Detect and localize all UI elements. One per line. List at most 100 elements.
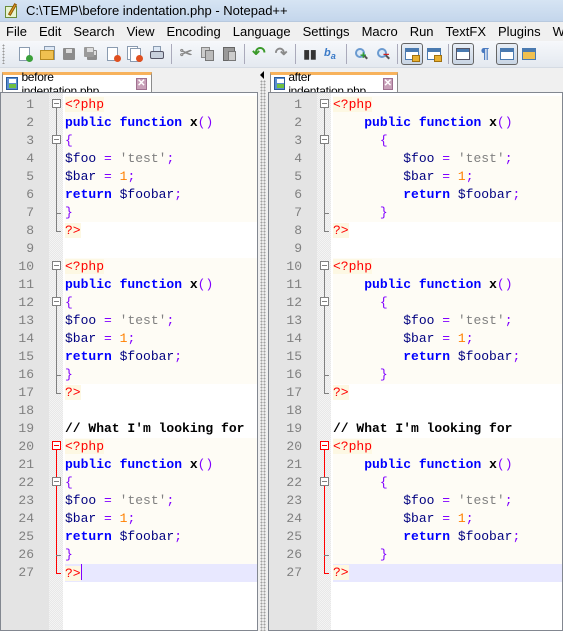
- fold-collapse-icon[interactable]: [52, 441, 61, 450]
- code-text[interactable]: return $foobar;: [333, 348, 562, 366]
- menu-settings[interactable]: Settings: [297, 24, 356, 39]
- code-text[interactable]: [65, 402, 257, 420]
- code-text[interactable]: <?php: [65, 96, 257, 114]
- copy-button[interactable]: [197, 43, 219, 65]
- code-text[interactable]: <?php: [333, 96, 562, 114]
- splitter-arrow-icon[interactable]: [260, 71, 264, 79]
- code-text[interactable]: {: [65, 132, 257, 150]
- code-text[interactable]: {: [333, 132, 562, 150]
- menu-edit[interactable]: Edit: [33, 24, 67, 39]
- code-text[interactable]: $bar = 1;: [333, 510, 562, 528]
- redo-button[interactable]: ↷: [270, 43, 292, 65]
- code-text[interactable]: }: [65, 546, 257, 564]
- code-text[interactable]: $foo = 'test';: [333, 312, 562, 330]
- editor-after-indentation[interactable]: 1 <?php 2 public function x() 3 { 4 $foo…: [268, 92, 563, 631]
- close-all-button[interactable]: [124, 43, 146, 65]
- code-text[interactable]: ?>: [333, 564, 562, 582]
- code-text[interactable]: $bar = 1;: [65, 330, 257, 348]
- fold-collapse-icon[interactable]: [320, 297, 329, 306]
- code-text[interactable]: {: [333, 474, 562, 492]
- pane-splitter[interactable]: [258, 68, 268, 631]
- code-text[interactable]: $foo = 'test';: [333, 492, 562, 510]
- code-text[interactable]: <?php: [333, 258, 562, 276]
- undo-button[interactable]: ↶: [248, 43, 270, 65]
- code-text[interactable]: ?>: [333, 384, 562, 402]
- find-button[interactable]: ▮▮: [299, 43, 321, 65]
- word-wrap-button[interactable]: [452, 43, 474, 65]
- fold-collapse-icon[interactable]: [320, 477, 329, 486]
- menu-view[interactable]: View: [121, 24, 161, 39]
- code-text[interactable]: $bar = 1;: [65, 168, 257, 186]
- fold-collapse-icon[interactable]: [52, 297, 61, 306]
- code-text[interactable]: public function x(): [333, 456, 562, 474]
- menu-window[interactable]: Window: [547, 24, 563, 39]
- menu-encoding[interactable]: Encoding: [161, 24, 227, 39]
- fold-collapse-icon[interactable]: [320, 135, 329, 144]
- code-text[interactable]: ?>: [65, 564, 257, 582]
- code-text[interactable]: <?php: [65, 438, 257, 456]
- code-text[interactable]: $foo = 'test';: [65, 492, 257, 510]
- zoom-out-button[interactable]: −: [372, 43, 394, 65]
- menu-file[interactable]: File: [0, 24, 33, 39]
- menu-language[interactable]: Language: [227, 24, 297, 39]
- code-text[interactable]: ?>: [65, 384, 257, 402]
- indent-guide-button[interactable]: [496, 43, 518, 65]
- code-text[interactable]: $bar = 1;: [333, 330, 562, 348]
- menu-macro[interactable]: Macro: [356, 24, 404, 39]
- toolbar-grip[interactable]: [2, 44, 5, 64]
- zoom-in-button[interactable]: +: [350, 43, 372, 65]
- fold-collapse-icon[interactable]: [320, 441, 329, 450]
- code-text[interactable]: {: [65, 474, 257, 492]
- code-text[interactable]: return $foobar;: [333, 528, 562, 546]
- code-text[interactable]: }: [333, 204, 562, 222]
- code-text[interactable]: return $foobar;: [65, 186, 257, 204]
- code-text[interactable]: }: [333, 546, 562, 564]
- code-text[interactable]: [333, 240, 562, 258]
- tab-close-icon[interactable]: ✕: [135, 77, 147, 90]
- cut-button[interactable]: ✂: [175, 43, 197, 65]
- code-text[interactable]: // What I'm looking for: [65, 420, 257, 438]
- show-all-characters-button[interactable]: ¶: [474, 43, 496, 65]
- menu-search[interactable]: Search: [67, 24, 120, 39]
- code-text[interactable]: return $foobar;: [65, 528, 257, 546]
- open-file-button[interactable]: [36, 43, 58, 65]
- new-file-button[interactable]: [14, 43, 36, 65]
- close-button[interactable]: [102, 43, 124, 65]
- fold-collapse-icon[interactable]: [52, 99, 61, 108]
- menu-plugins[interactable]: Plugins: [492, 24, 547, 39]
- save-all-button[interactable]: [80, 43, 102, 65]
- code-text[interactable]: {: [65, 294, 257, 312]
- user-defined-language-button[interactable]: [518, 43, 540, 65]
- paste-button[interactable]: [219, 43, 241, 65]
- code-text[interactable]: public function x(): [65, 276, 257, 294]
- code-text[interactable]: public function x(): [333, 114, 562, 132]
- fold-collapse-icon[interactable]: [320, 261, 329, 270]
- fold-collapse-icon[interactable]: [52, 477, 61, 486]
- menu-textfx[interactable]: TextFX: [440, 24, 492, 39]
- sync-horizontal-scroll-button[interactable]: [423, 43, 445, 65]
- code-text[interactable]: return $foobar;: [65, 348, 257, 366]
- tab-close-icon[interactable]: ✕: [382, 77, 393, 90]
- code-text[interactable]: $bar = 1;: [333, 168, 562, 186]
- code-text[interactable]: {: [333, 294, 562, 312]
- code-text[interactable]: }: [333, 366, 562, 384]
- replace-button[interactable]: ba: [321, 43, 343, 65]
- code-text[interactable]: $foo = 'test';: [65, 312, 257, 330]
- code-text[interactable]: public function x(): [65, 114, 257, 132]
- code-text[interactable]: [333, 402, 562, 420]
- code-text[interactable]: ?>: [65, 222, 257, 240]
- editor-before-indentation[interactable]: 1 <?php 2 public function x() 3 { 4 $foo…: [0, 92, 258, 631]
- code-text[interactable]: <?php: [333, 438, 562, 456]
- tab-after-indentation[interactable]: after indentation.php ✕: [270, 70, 398, 98]
- tab-before-indentation[interactable]: before indentation.php ✕: [2, 70, 152, 98]
- code-text[interactable]: [65, 240, 257, 258]
- fold-collapse-icon[interactable]: [52, 261, 61, 270]
- save-button[interactable]: [58, 43, 80, 65]
- print-button[interactable]: [146, 43, 168, 65]
- code-text[interactable]: // What I'm looking for: [333, 420, 562, 438]
- code-text[interactable]: $foo = 'test';: [333, 150, 562, 168]
- sync-vertical-scroll-button[interactable]: [401, 43, 423, 65]
- code-text[interactable]: }: [65, 204, 257, 222]
- code-text[interactable]: $bar = 1;: [65, 510, 257, 528]
- code-text[interactable]: return $foobar;: [333, 186, 562, 204]
